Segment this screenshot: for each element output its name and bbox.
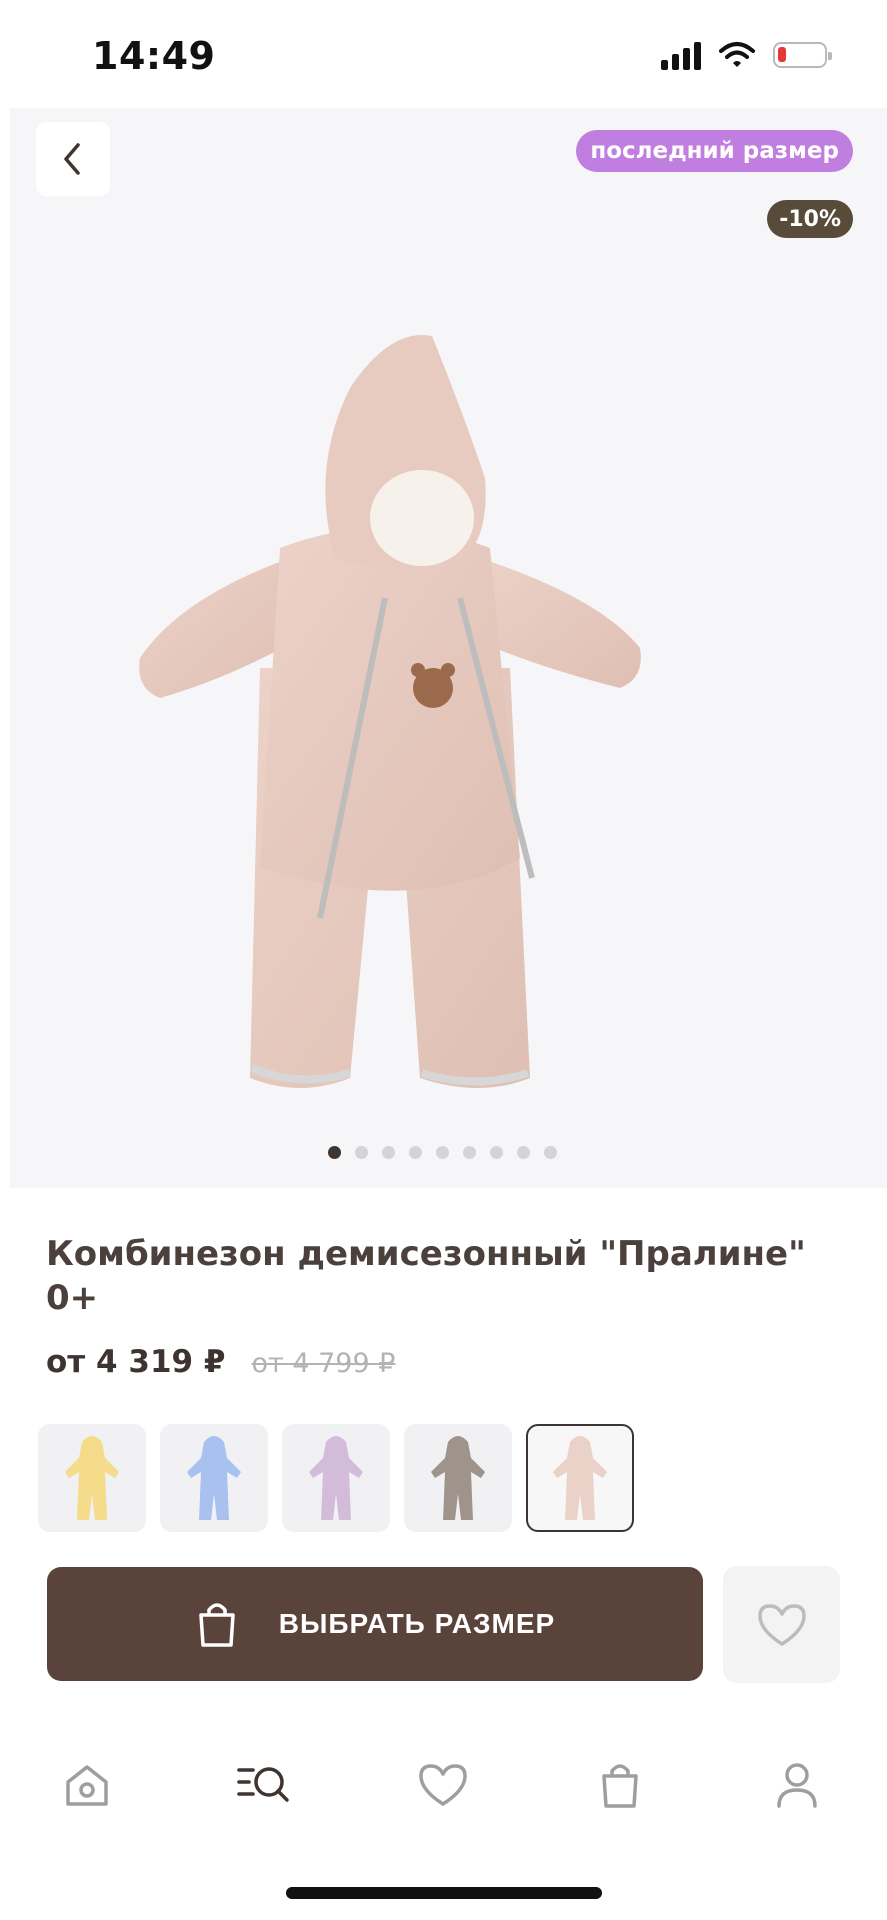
product-title: Комбинезон демисезонный "Пралине" 0+	[46, 1234, 806, 1318]
product-image	[139, 335, 641, 1088]
catalog-search-icon	[237, 1767, 289, 1802]
swatch-thumbnail	[309, 1436, 363, 1520]
nav-home[interactable]	[52, 1750, 122, 1820]
nav-cart[interactable]	[585, 1750, 655, 1820]
home-indicator	[286, 1887, 602, 1899]
wifi-icon	[719, 42, 755, 67]
swatch-thumbnail	[553, 1436, 607, 1520]
pagination-dot[interactable]	[436, 1146, 449, 1159]
nav-profile[interactable]	[762, 1750, 832, 1820]
status-icons	[661, 40, 832, 70]
pagination-dot[interactable]	[490, 1146, 503, 1159]
favorites-icon	[419, 1764, 467, 1806]
color-swatch-grey[interactable]	[404, 1424, 512, 1532]
image-pagination[interactable]	[328, 1146, 557, 1159]
nav-catalog[interactable]	[230, 1750, 300, 1820]
color-swatch-yellow[interactable]	[38, 1424, 146, 1532]
pagination-dot[interactable]	[382, 1146, 395, 1159]
color-swatches	[38, 1424, 634, 1532]
pagination-dot[interactable]	[517, 1146, 530, 1159]
old-price: от 4 799 ₽	[251, 1348, 396, 1379]
chevron-left-icon	[64, 143, 80, 175]
select-size-label: ВЫБРАТЬ РАЗМЕР	[278, 1608, 556, 1639]
pagination-dot[interactable]	[409, 1146, 422, 1159]
cart-icon	[602, 1764, 638, 1808]
profile-icon	[777, 1763, 817, 1808]
home-icon	[66, 1765, 108, 1806]
pagination-dot[interactable]	[544, 1146, 557, 1159]
signal-icon	[661, 40, 701, 70]
status-bar: 14:49	[0, 0, 887, 110]
bottom-navigation	[0, 1740, 887, 1850]
color-swatch-lilac[interactable]	[282, 1424, 390, 1532]
swatch-thumbnail	[431, 1436, 485, 1520]
swatch-thumbnail	[65, 1436, 119, 1520]
shopping-bag-icon	[199, 1603, 235, 1647]
pagination-dot[interactable]	[328, 1146, 341, 1159]
price: от 4 319 ₽	[46, 1344, 226, 1380]
price-row: от 4 319 ₽ от 4 799 ₽	[46, 1344, 395, 1380]
add-to-favorites-button[interactable]	[723, 1566, 840, 1683]
product-image-gallery[interactable]: последний размер -10%	[10, 108, 887, 1188]
pagination-dot[interactable]	[355, 1146, 368, 1159]
pagination-dot[interactable]	[463, 1146, 476, 1159]
swatch-thumbnail	[187, 1436, 241, 1520]
nav-favorites[interactable]	[408, 1750, 478, 1820]
battery-icon	[773, 42, 832, 68]
back-button[interactable]	[36, 122, 110, 196]
heart-icon	[757, 1603, 806, 1646]
color-swatch-blue[interactable]	[160, 1424, 268, 1532]
last-size-badge: последний размер	[576, 130, 853, 172]
select-size-button[interactable]: ВЫБРАТЬ РАЗМЕР	[47, 1567, 703, 1681]
status-time: 14:49	[92, 34, 216, 78]
discount-badge: -10%	[767, 200, 853, 238]
color-swatch-pink[interactable]	[526, 1424, 634, 1532]
